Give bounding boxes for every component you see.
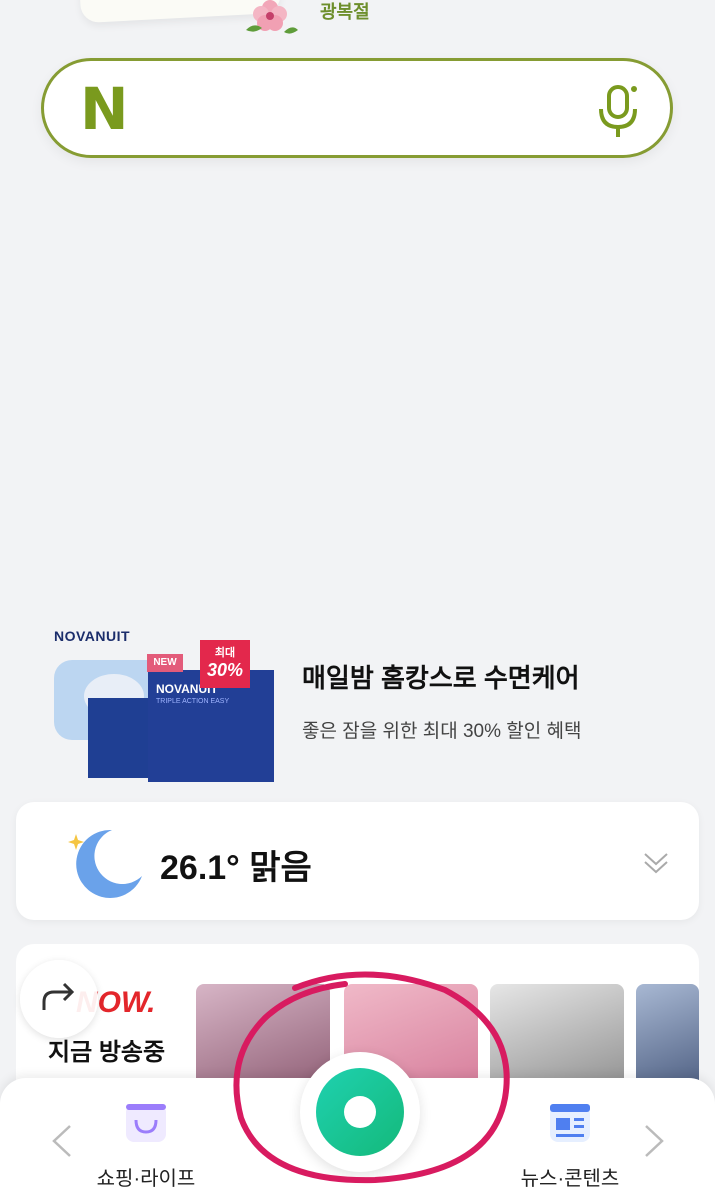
new-badge: NEW xyxy=(147,654,183,672)
news-icon xyxy=(550,1104,590,1142)
weather-summary: 26.1° 맑음 xyxy=(160,840,312,889)
nav-shopping-life[interactable]: 쇼핑·라이프 xyxy=(66,1096,226,1191)
holiday-label[interactable]: 광복절 xyxy=(320,0,370,24)
back-button[interactable] xyxy=(20,960,98,1038)
temperature: 26.1° xyxy=(160,849,240,887)
search-bar[interactable]: N xyxy=(41,58,673,158)
nav-shopping-life-label: 쇼핑·라이프 xyxy=(96,1168,196,1190)
discount-badge: 최대 30% xyxy=(200,640,250,688)
return-arrow-icon xyxy=(42,982,75,1010)
discount-badge-value: 30% xyxy=(206,660,244,680)
shopping-bag-icon xyxy=(126,1104,166,1142)
ad-title[interactable]: 매일밤 홈캉스로 수면케어 xyxy=(302,658,580,695)
discount-badge-top: 최대 xyxy=(214,647,236,659)
microphone-icon[interactable] xyxy=(596,83,640,139)
ad-description[interactable]: 좋은 잠을 위한 최대 30% 할인 혜택 xyxy=(302,716,581,743)
ad-banner[interactable]: NOVANUIT NOVANUIT TRIPLE ACTION EASY NEW… xyxy=(50,620,670,790)
crescent-moon-icon xyxy=(68,829,142,898)
ad-brand-logo: NOVANUIT xyxy=(54,628,131,644)
green-dot-icon xyxy=(316,1068,404,1156)
weather-condition: 맑음 xyxy=(249,849,312,887)
nav-news-content-label: 뉴스·콘텐츠 xyxy=(520,1168,620,1190)
chevron-down-icon[interactable] xyxy=(641,848,671,878)
nav-news-content[interactable]: 뉴스·콘텐츠 xyxy=(490,1096,650,1191)
product-subtitle: TRIPLE ACTION EASY xyxy=(156,698,230,705)
flower-icon xyxy=(246,0,298,34)
weather-card[interactable]: 26.1° 맑음 xyxy=(16,802,699,920)
naver-logo: N xyxy=(80,75,129,143)
green-dot-button[interactable] xyxy=(300,1052,420,1172)
chevron-right-icon[interactable] xyxy=(644,1124,664,1158)
